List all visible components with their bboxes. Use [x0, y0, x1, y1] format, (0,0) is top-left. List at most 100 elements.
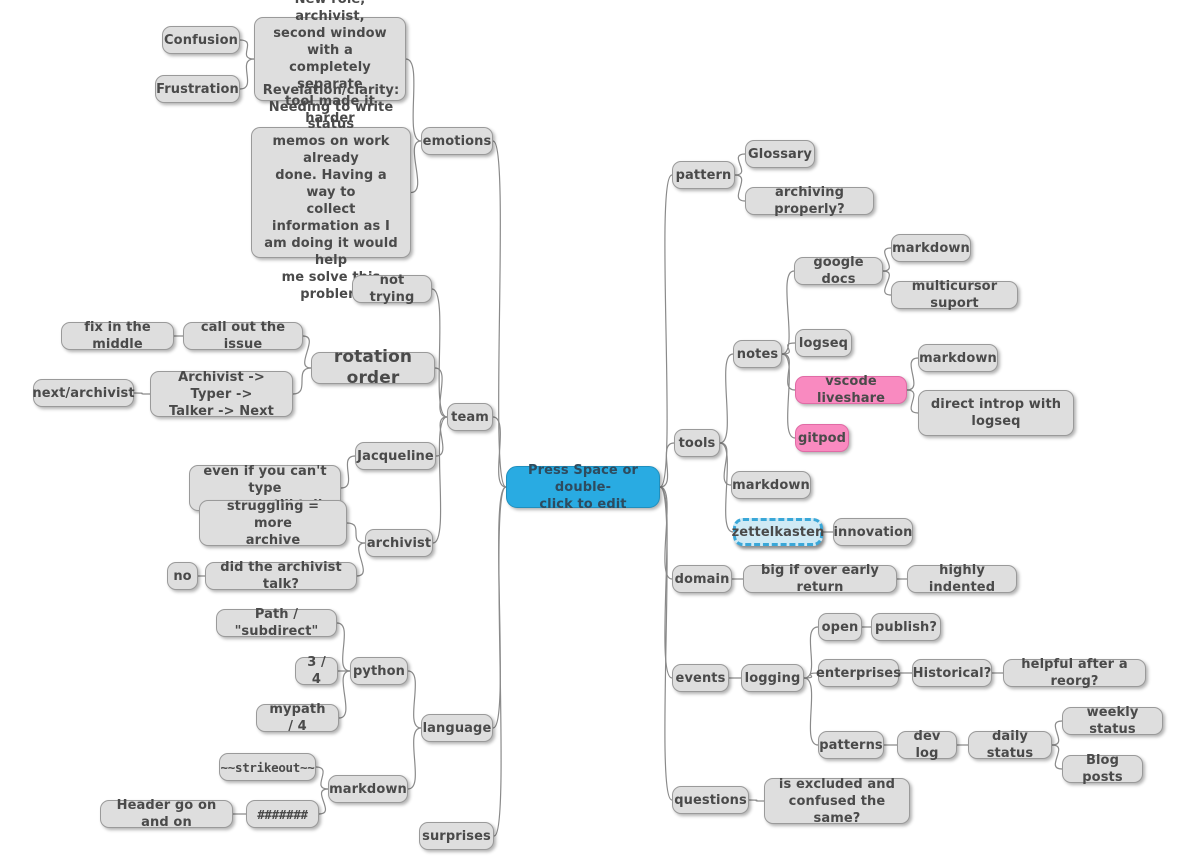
edge-jacqueline-to-cannottype [340, 455, 356, 489]
mindmap-node-helpfulreorg[interactable]: helpful after a reorg? [1003, 657, 1146, 689]
mindmap-node-struggling[interactable]: struggling = more archive [199, 499, 347, 548]
mindmap-node-mypathfour[interactable]: mypath / 4 [256, 702, 339, 734]
mindmap-node-publish[interactable]: publish? [871, 613, 941, 641]
edge-root-to-tools [659, 442, 675, 488]
mindmap-node-domain[interactable]: domain [672, 565, 732, 593]
mindmap-node-mdgdocs[interactable]: markdown [891, 234, 971, 262]
edge-dailystatus-to-weeklystatus [1051, 720, 1063, 746]
mindmap-node-pattern[interactable]: pattern [672, 161, 735, 189]
mindmap-node-questions[interactable]: questions [672, 786, 749, 814]
mindmap-node-hashes[interactable]: ####### [246, 800, 319, 828]
mindmap-node-frustration[interactable]: Frustration [155, 75, 240, 103]
mindmap-node-jacqueline[interactable]: Jacqueline [355, 442, 436, 470]
mindmap-node-blogposts[interactable]: Blog posts [1062, 753, 1143, 785]
mindmap-node-weeklystatus[interactable]: weekly status [1062, 705, 1163, 737]
mindmap-node-confusion[interactable]: Confusion [162, 26, 240, 54]
edge-root-to-surprises [493, 486, 507, 837]
edge-team-to-archivist [432, 416, 448, 544]
mindmap-node-python[interactable]: python [350, 657, 408, 685]
mindmap-node-archivistorder[interactable]: Archivist -> Typer -> Talker -> Next [150, 370, 293, 419]
edge-notes-to-googledocs [781, 270, 795, 355]
mindmap-node-multicursor[interactable]: multicursor suport [891, 279, 1018, 311]
edge-questions-to-isexcluded [748, 799, 765, 802]
root-node[interactable]: Press Space or double- click to edit [506, 463, 660, 512]
mindmap-node-glossary[interactable]: Glossary [745, 140, 815, 168]
mindmap-node-zettelkasten[interactable]: zettelkasten [732, 518, 824, 546]
edge-root-to-events [659, 486, 673, 679]
edge-team-to-rotationorder [434, 367, 448, 418]
mindmap-node-surprises[interactable]: surprises [419, 822, 494, 850]
edge-team-to-nottrying [431, 288, 448, 418]
edge-vscodelive-to-mdvscode [906, 357, 919, 391]
edge-dailystatus-to-blogposts [1051, 744, 1063, 770]
mindmap-node-nottrying[interactable]: not trying [352, 273, 432, 305]
mindmap-node-open[interactable]: open [818, 613, 862, 641]
mindmap-node-events[interactable]: events [672, 664, 729, 692]
mindmap-node-mdlang[interactable]: markdown [328, 775, 408, 803]
mindmap-node-mdtools[interactable]: markdown [731, 471, 811, 499]
edge-logging-to-patterns [803, 677, 819, 746]
edge-python-to-pathsubdirect [336, 622, 351, 672]
mindmap-node-isexcluded[interactable]: is excluded and confused the same? [764, 777, 910, 826]
mindmap-node-patterns[interactable]: patterns [818, 731, 884, 759]
mindmap-node-archivist[interactable]: archivist [365, 529, 433, 557]
edge-mdlang-to-strikeout [315, 766, 329, 790]
mindmap-node-threefour[interactable]: 3 / 4 [295, 655, 338, 687]
edge-tools-to-mdtools [719, 442, 732, 486]
edge-root-to-domain [659, 486, 673, 580]
mindmap-node-pathsubdirect[interactable]: Path / "subdirect" [216, 607, 337, 639]
edge-team-to-jacqueline [435, 416, 448, 457]
mindmap-node-highlyindented[interactable]: highly indented [907, 563, 1017, 595]
edge-emotions-to-revelation [410, 140, 422, 194]
mindmap-node-innovation[interactable]: innovation [833, 518, 913, 546]
edge-language-to-mdlang [407, 727, 422, 790]
mindmap-node-headergoon[interactable]: Header go on and on [100, 798, 233, 830]
mindmap-node-archivingprop[interactable]: archiving properly? [745, 185, 874, 217]
mindmap-node-googledocs[interactable]: google docs [794, 255, 883, 287]
mindmap-node-strikeout[interactable]: ~~strikeout~~ [219, 753, 316, 781]
edge-archivistorder-to-nextarchivist [133, 392, 151, 395]
edge-root-to-language [492, 486, 507, 729]
mindmap-node-vscodelive[interactable]: vscode liveshare [795, 374, 907, 406]
edge-language-to-python [407, 670, 422, 729]
mindmap-node-bigif[interactable]: big if over early return [743, 563, 897, 595]
mindmap-node-team[interactable]: team [447, 403, 493, 431]
edge-newrole-to-frustration [239, 58, 255, 90]
edge-mdlang-to-hashes [318, 788, 329, 815]
mindmap-node-nextarchivist[interactable]: next/archivist [32, 379, 135, 407]
edge-newrole-to-confusion [239, 39, 255, 60]
mindmap-node-rotationorder[interactable]: rotation order [311, 347, 435, 388]
edge-googledocs-to-mdgdocs [882, 247, 892, 272]
mindmap-node-devlog[interactable]: dev log [897, 729, 957, 761]
mindmap-node-language[interactable]: language [421, 714, 493, 742]
mindmap-node-calloutissue[interactable]: call out the issue [183, 320, 303, 352]
mindmap-node-dailystatus[interactable]: daily status [968, 729, 1052, 761]
edge-rotationorder-to-archivistorder [292, 367, 312, 395]
mindmap-node-directintrop[interactable]: direct introp with logseq [918, 390, 1074, 436]
edge-root-to-team [492, 416, 507, 488]
edge-googledocs-to-multicursor [882, 270, 892, 296]
mindmap-node-revelation[interactable]: Revelation/clarity: Needing to write sta… [251, 83, 411, 302]
edge-root-to-questions [659, 486, 673, 801]
mindmap-node-tools[interactable]: tools [674, 429, 720, 457]
mindmap-node-mdvscode[interactable]: markdown [918, 344, 998, 372]
edge-tools-to-notes [719, 353, 734, 444]
mindmap-node-no[interactable]: no [167, 562, 198, 590]
edge-rotationorder-to-calloutissue [302, 335, 312, 369]
edge-root-to-emotions [492, 140, 507, 488]
edge-python-to-mypathfour [338, 670, 351, 719]
mindmap-node-fixmiddle[interactable]: fix in the middle [61, 320, 174, 352]
edge-archivist-to-didarchivisttalk [356, 542, 366, 577]
mindmap-node-enterprises[interactable]: enterprises [816, 659, 901, 687]
edge-pattern-to-archivingprop [734, 174, 746, 202]
mindmap-node-logseq[interactable]: logseq [795, 329, 852, 357]
mindmap-canvas[interactable]: Press Space or double- click to edit emot… [0, 0, 1200, 865]
edge-notes-to-logseq [781, 342, 796, 355]
mindmap-node-gitpod[interactable]: gitpod [795, 424, 849, 452]
mindmap-node-historical[interactable]: Historical? [912, 659, 992, 687]
mindmap-node-didarchivisttalk[interactable]: did the archivist talk? [205, 560, 357, 592]
edge-notes-to-vscodelive [781, 353, 796, 391]
mindmap-node-notes[interactable]: notes [733, 340, 782, 368]
mindmap-node-logging[interactable]: logging [741, 664, 804, 692]
mindmap-node-emotions[interactable]: emotions [421, 127, 493, 155]
